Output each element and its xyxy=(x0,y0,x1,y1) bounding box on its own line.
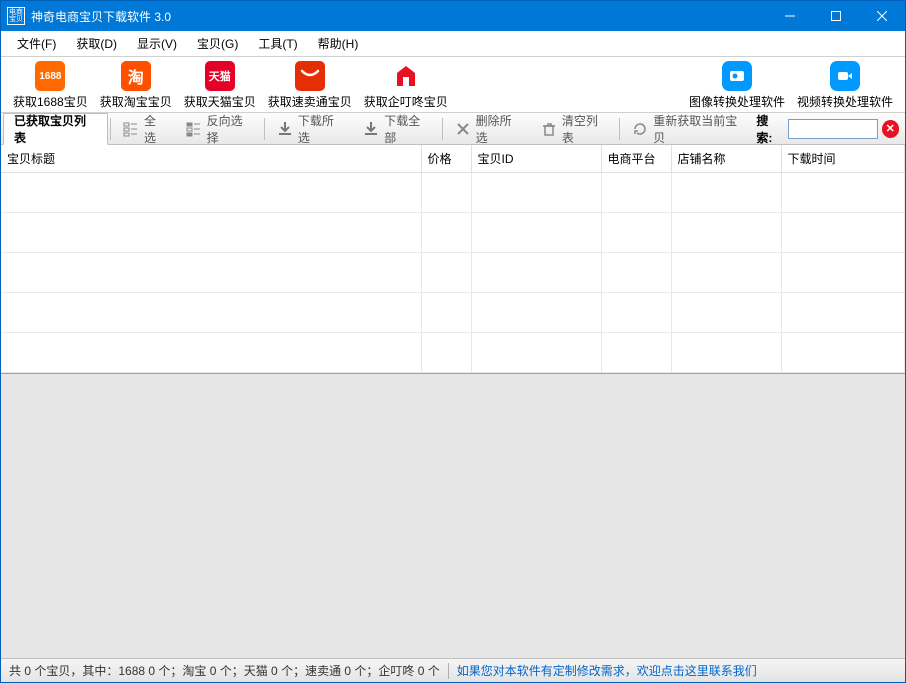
col-shop[interactable]: 店铺名称 xyxy=(671,145,781,173)
download-icon xyxy=(275,119,295,139)
menu-item[interactable]: 宝贝(G) xyxy=(187,32,248,55)
icon-taobao: 淘 xyxy=(121,61,151,91)
icon-1688: 1688 xyxy=(35,61,65,91)
table-row[interactable] xyxy=(1,333,905,373)
menu-bar: 文件(F) 获取(D) 显示(V) 宝贝(G) 工具(T) 帮助(H) xyxy=(1,31,905,57)
refresh-icon xyxy=(630,119,650,139)
main-toolbar: 1688 获取1688宝贝 淘 获取淘宝宝贝 天猫 获取天猫宝贝 获取速卖通宝贝… xyxy=(1,57,905,113)
contact-link[interactable]: 如果您对本软件有定制修改需求，欢迎点击这里联系我们 xyxy=(457,662,757,679)
table-row[interactable] xyxy=(1,213,905,253)
menu-display[interactable]: 显示(V) xyxy=(127,32,187,55)
clear-icon xyxy=(539,119,559,139)
acquire-smt-button[interactable]: 获取速卖通宝贝 xyxy=(262,59,358,112)
col-id[interactable]: 宝贝ID xyxy=(471,145,601,173)
download-all-icon xyxy=(361,119,381,139)
search-box: 搜索: ✕ xyxy=(756,112,903,146)
secondary-toolbar: 已获取宝贝列表 全选 反向选择 下载所选 下载全部 删除所选 清空列表 重新获取… xyxy=(1,113,905,145)
invert-selection-icon xyxy=(184,119,204,139)
window-controls xyxy=(767,1,905,31)
table-row[interactable] xyxy=(1,173,905,213)
icon-tmall: 天猫 xyxy=(205,61,235,91)
search-label: 搜索: xyxy=(756,112,783,146)
delete-icon xyxy=(453,119,473,139)
menu-help[interactable]: 帮助(H) xyxy=(308,32,369,55)
search-input[interactable] xyxy=(788,119,878,139)
download-selected-button[interactable]: 下载所选 xyxy=(267,108,353,150)
image-convert-icon xyxy=(722,61,752,91)
table-header-row: 宝贝标题 价格 宝贝ID 电商平台 店铺名称 下载时间 xyxy=(1,145,905,173)
image-convert-button[interactable]: 图像转换处理软件 xyxy=(683,59,791,112)
clear-list-button[interactable]: 清空列表 xyxy=(531,108,617,150)
maximize-button[interactable] xyxy=(813,1,859,31)
table-row[interactable] xyxy=(1,293,905,333)
table-row[interactable] xyxy=(1,253,905,293)
select-all-icon xyxy=(121,119,141,139)
title-bar: 电商宝贝 神奇电商宝贝下载软件 3.0 xyxy=(1,1,905,31)
item-table: 宝贝标题 价格 宝贝ID 电商平台 店铺名称 下载时间 xyxy=(1,145,905,373)
minimize-button[interactable] xyxy=(767,1,813,31)
video-convert-button[interactable]: 视频转换处理软件 xyxy=(791,59,899,112)
acquire-tmall-button[interactable]: 天猫 获取天猫宝贝 xyxy=(178,59,262,112)
download-all-button[interactable]: 下载全部 xyxy=(353,108,439,150)
status-count-text: 共 0 个宝贝，其中：1688 0 个；淘宝 0 个；天猫 0 个；速卖通 0 … xyxy=(9,662,440,679)
delete-selected-button[interactable]: 删除所选 xyxy=(445,108,531,150)
menu-file[interactable]: 文件(F) xyxy=(7,32,66,55)
video-convert-icon xyxy=(830,61,860,91)
acquire-qdd-button[interactable]: 获取企叮咚宝贝 xyxy=(358,59,454,112)
invert-selection-button[interactable]: 反向选择 xyxy=(176,108,262,150)
col-dltime[interactable]: 下载时间 xyxy=(781,145,905,173)
select-all-button[interactable]: 全选 xyxy=(113,108,176,150)
reacquire-button[interactable]: 重新获取当前宝贝 xyxy=(622,108,756,150)
col-price[interactable]: 价格 xyxy=(421,145,471,173)
tab-acquired-list[interactable]: 已获取宝贝列表 xyxy=(3,113,108,145)
empty-detail-area xyxy=(1,373,905,658)
clear-search-button[interactable]: ✕ xyxy=(882,120,899,138)
acquire-taobao-button[interactable]: 淘 获取淘宝宝贝 xyxy=(94,59,178,112)
close-button[interactable] xyxy=(859,1,905,31)
acquire-1688-button[interactable]: 1688 获取1688宝贝 xyxy=(7,59,94,112)
col-title[interactable]: 宝贝标题 xyxy=(1,145,421,173)
window-title: 神奇电商宝贝下载软件 3.0 xyxy=(31,8,767,25)
status-bar: 共 0 个宝贝，其中：1688 0 个；淘宝 0 个；天猫 0 个；速卖通 0 … xyxy=(1,658,905,682)
app-icon: 电商宝贝 xyxy=(7,7,25,25)
menu-tool[interactable]: 工具(T) xyxy=(248,32,307,55)
icon-smt xyxy=(295,61,325,91)
col-platform[interactable]: 电商平台 xyxy=(601,145,671,173)
menu-acquire[interactable]: 获取(D) xyxy=(66,32,127,55)
icon-qdd xyxy=(391,61,421,91)
